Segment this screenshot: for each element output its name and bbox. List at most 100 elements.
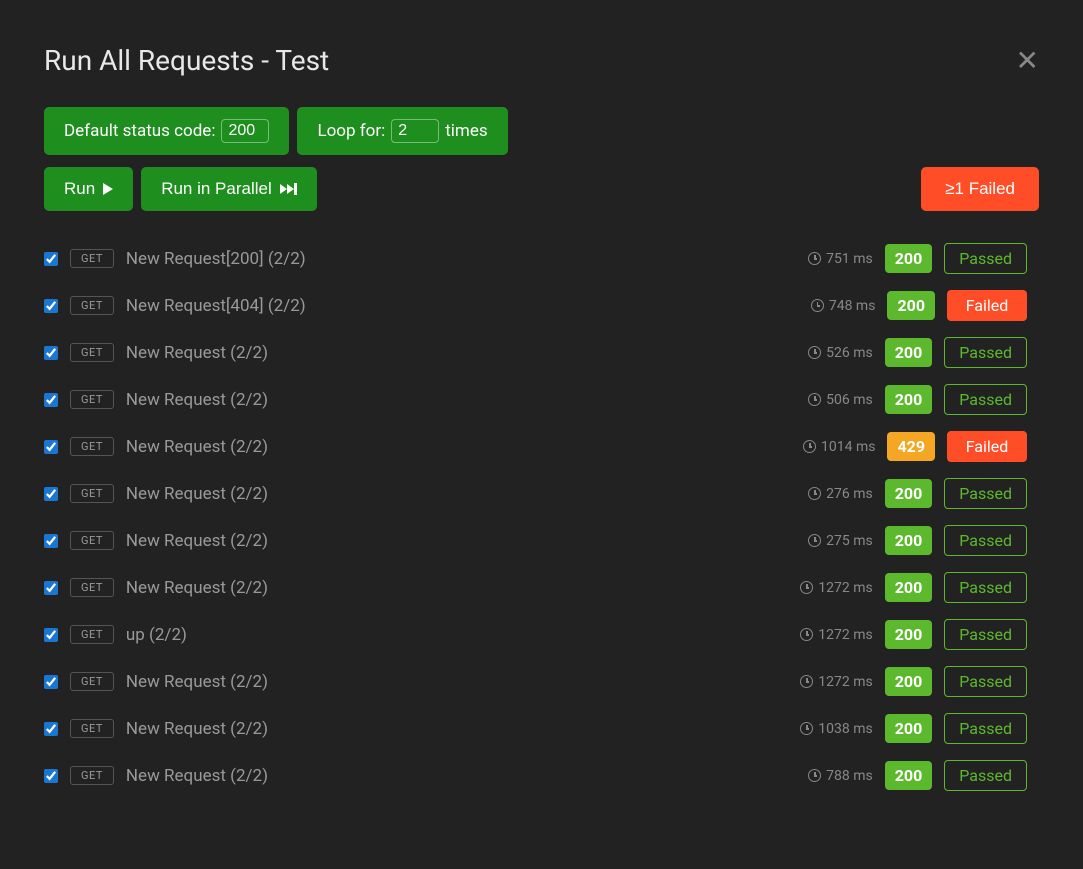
method-badge: GET [70,625,114,644]
result-badge: Passed [944,572,1027,603]
method-badge: GET [70,578,114,597]
request-list[interactable]: GETNew Request[200] (2/2)751 ms200Passed… [44,235,1039,795]
status-code-badge: 200 [885,620,933,649]
request-row: GETNew Request (2/2)1038 ms200Passed [44,705,1027,752]
run-requests-modal: Run All Requests - Test ✕ Default status… [0,0,1083,839]
timing-value: 1014 ms [821,439,875,455]
result-badge: Passed [944,478,1027,509]
request-timing: 526 ms [808,345,873,361]
status-code-badge: 200 [885,667,933,696]
close-button[interactable]: ✕ [1016,47,1039,75]
request-timing: 1038 ms [800,721,872,737]
timing-value: 748 ms [829,298,876,314]
timing-value: 526 ms [826,345,873,361]
status-code-badge: 200 [885,714,933,743]
request-name: New Request (2/2) [126,484,796,504]
page-title: Run All Requests - Test [44,44,329,77]
request-row: GETNew Request[404] (2/2)748 ms200Failed [44,282,1027,329]
clock-icon [808,769,821,782]
timing-value: 1272 ms [818,580,872,596]
timing-value: 1038 ms [818,721,872,737]
request-row: GETNew Request (2/2)1272 ms200Passed [44,658,1027,705]
clock-icon [808,346,821,359]
loop-label-post: times [445,121,487,141]
timing-value: 1272 ms [818,627,872,643]
request-row: GETNew Request[200] (2/2)751 ms200Passed [44,235,1027,282]
status-code-badge: 429 [887,432,935,461]
clock-icon [800,722,813,735]
config-row: Default status code: Loop for: times [44,107,1039,155]
request-name: New Request[200] (2/2) [126,249,796,269]
run-parallel-button[interactable]: Run in Parallel [141,167,317,211]
clock-icon [808,393,821,406]
timing-value: 1272 ms [818,674,872,690]
request-checkbox[interactable] [44,581,58,595]
modal-header: Run All Requests - Test ✕ [44,44,1039,77]
request-row: GET New Request (2/2) 275 ms 200 Passed [44,517,1027,564]
result-badge: Passed [944,384,1027,415]
request-timing: 276 ms [808,486,873,502]
method-badge: GET [70,249,114,268]
method-badge: GET [70,719,114,738]
request-checkbox[interactable] [44,299,58,313]
run-buttons: Run Run in Parallel [44,167,317,211]
status-code-badge: 200 [885,244,933,273]
request-checkbox[interactable] [44,346,58,360]
request-row: GETNew Request (2/2)526 ms200Passed [44,329,1027,376]
request-checkbox[interactable] [44,628,58,642]
run-button[interactable]: Run [44,167,133,211]
clock-icon [808,487,821,500]
loop-count-input[interactable] [391,119,439,143]
timing-value: 275 ms [826,533,873,549]
request-checkbox[interactable] [44,487,58,501]
request-checkbox[interactable] [44,534,58,548]
status-code-pill: Default status code: [44,107,289,155]
result-badge: Passed [944,713,1027,744]
request-name: New Request (2/2) [126,672,788,692]
request-checkbox[interactable] [44,769,58,783]
request-row: GETNew Request (2/2)1014 ms429Failed [44,423,1027,470]
request-checkbox[interactable] [44,440,58,454]
status-code-badge: 200 [885,526,933,555]
request-row: GET up (2/2) 1272 ms 200 Passed [44,611,1027,658]
request-checkbox[interactable] [44,393,58,407]
clock-icon [800,581,813,594]
result-badge: Failed [947,431,1027,462]
request-checkbox[interactable] [44,675,58,689]
request-row: GETNew Request (2/2)506 ms200Passed [44,376,1027,423]
method-badge: GET [70,766,114,785]
request-timing: 1272 ms [800,674,872,690]
clock-icon [808,534,821,547]
status-code-badge: 200 [885,573,933,602]
result-badge: Passed [944,525,1027,556]
request-name: up (2/2) [126,625,788,645]
timing-value: 506 ms [826,392,873,408]
method-badge: GET [70,531,114,550]
status-code-label: Default status code: [64,121,215,141]
status-code-badge: 200 [885,479,933,508]
request-checkbox[interactable] [44,722,58,736]
request-timing: 788 ms [808,768,873,784]
request-row: GETNew Request (2/2)788 ms200Passed [44,752,1027,795]
result-badge: Passed [944,619,1027,650]
close-icon: ✕ [1016,45,1039,76]
request-name: New Request[404] (2/2) [126,296,799,316]
status-code-badge: 200 [885,338,933,367]
timing-value: 788 ms [826,768,873,784]
run-parallel-label: Run in Parallel [161,179,272,199]
request-name: New Request (2/2) [126,531,796,551]
request-timing: 506 ms [808,392,873,408]
failed-summary-button[interactable]: ≥1 Failed [921,167,1039,211]
clock-icon [811,299,824,312]
request-name: New Request (2/2) [126,390,796,410]
request-name: New Request (2/2) [126,578,788,598]
status-code-badge: 200 [887,291,935,320]
request-timing: 275 ms [808,533,873,549]
request-timing: 748 ms [811,298,876,314]
request-name: New Request (2/2) [126,766,796,786]
status-code-input[interactable] [221,119,269,143]
request-timing: 1272 ms [800,627,872,643]
method-badge: GET [70,484,114,503]
request-checkbox[interactable] [44,252,58,266]
result-badge: Passed [944,760,1027,791]
